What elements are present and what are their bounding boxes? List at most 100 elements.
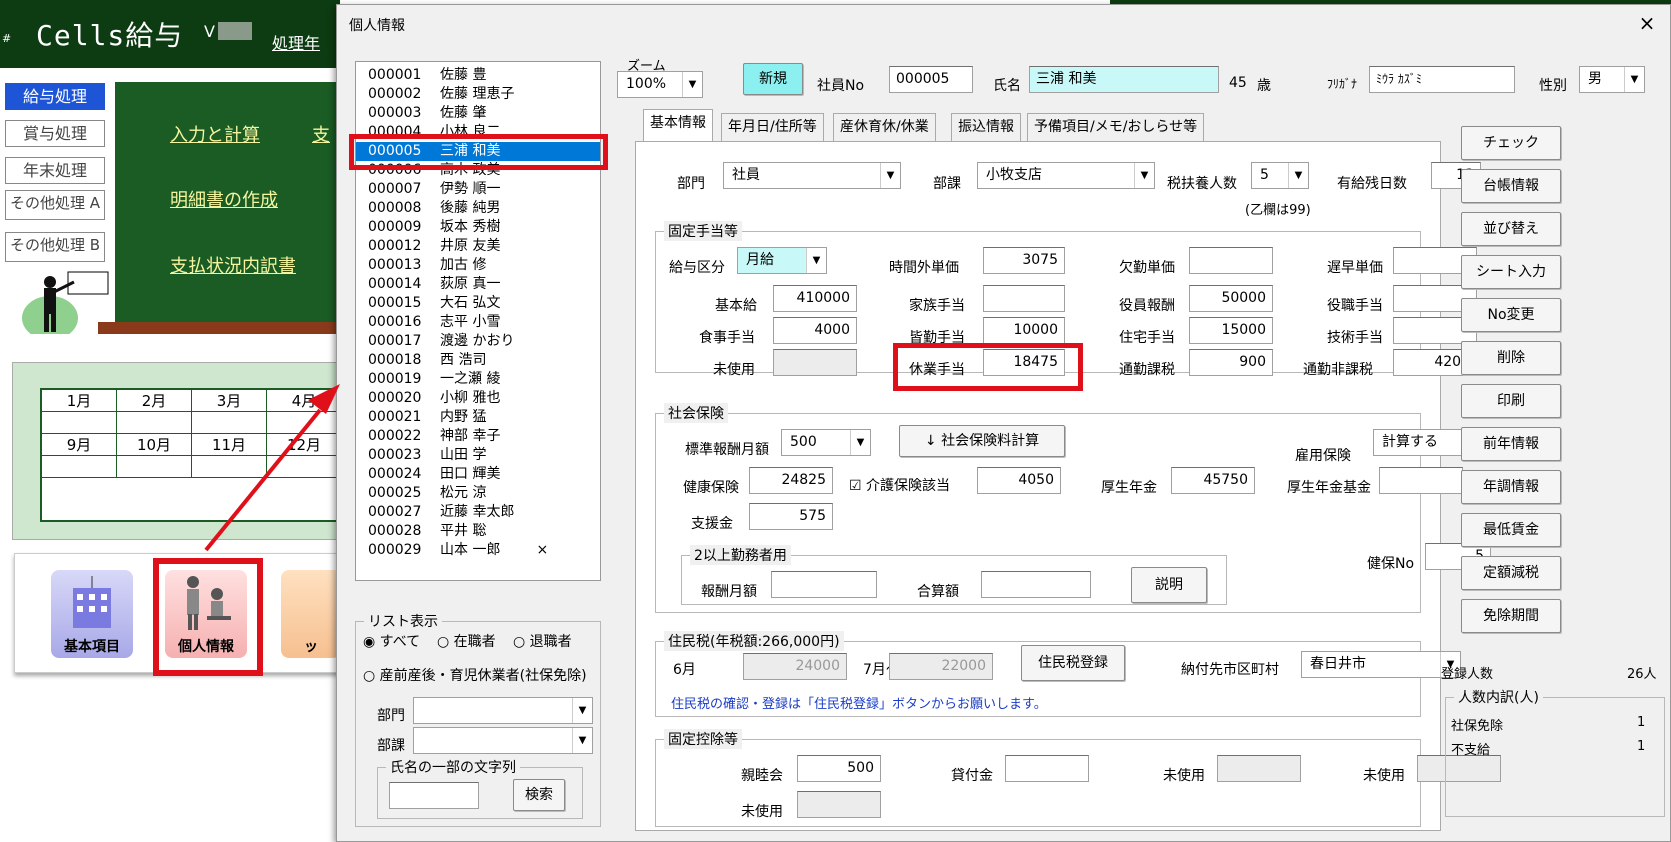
basic-items-button[interactable]: 基本項目 — [51, 570, 133, 658]
exec-field[interactable]: 50000 — [1189, 285, 1273, 312]
section-select[interactable]: 小牧支店 ▼ — [977, 162, 1155, 189]
calendar-month[interactable]: 9月 — [42, 434, 117, 456]
sort-button[interactable]: 並び替え — [1461, 212, 1561, 246]
radio-all[interactable]: ◉ すべて — [363, 631, 420, 651]
city-select[interactable]: 春日井市 ▼ — [1301, 651, 1461, 678]
zoom-select[interactable]: 100% ▼ — [617, 71, 703, 98]
name-search-input[interactable] — [389, 782, 479, 809]
pay-type-select[interactable]: 月給 ▼ — [737, 247, 827, 274]
radio-active[interactable]: ○ 在職者 — [437, 631, 496, 651]
link-statement[interactable]: 明細書の作成 — [170, 186, 278, 212]
calendar-month[interactable]: 11月 — [192, 434, 267, 456]
employee-list-item[interactable]: 000023 山田 学 — [356, 446, 600, 465]
radio-leave[interactable]: ○ 産前産後・育児休業者(社保免除) — [363, 665, 587, 685]
employee-list-item[interactable]: 000016 志平 小雪 — [356, 313, 600, 332]
care-field[interactable]: 4050 — [977, 467, 1061, 494]
calendar-month[interactable]: 3月 — [192, 390, 267, 412]
employee-list-item[interactable]: 000027 近藤 幸太郎 — [356, 503, 600, 522]
emp-no-field[interactable]: 000005 — [889, 66, 973, 93]
absence-field[interactable] — [1189, 247, 1273, 274]
calc-social-insurance-button[interactable]: ↓ 社会保険料計算 — [899, 425, 1065, 457]
fund-field[interactable] — [1379, 467, 1463, 494]
std-monthly-select[interactable]: 500 ▼ — [781, 429, 871, 456]
sheet-input-button[interactable]: シート入力 — [1461, 255, 1561, 289]
exempt-period-button[interactable]: 免除期間 — [1461, 599, 1561, 633]
base-field[interactable]: 410000 — [773, 285, 857, 312]
radio-retired[interactable]: ○ 退職者 — [513, 631, 572, 651]
social-club-field[interactable]: 500 — [797, 755, 881, 782]
employee-list-item[interactable]: 000025 松元 涼 — [356, 484, 600, 503]
year-end-info-button[interactable]: 年調情報 — [1461, 470, 1561, 504]
search-button[interactable]: 検索 — [513, 779, 565, 811]
overtime-field[interactable]: 3075 — [983, 247, 1065, 274]
prev-year-button[interactable]: 前年情報 — [1461, 427, 1561, 461]
meal-field[interactable]: 4000 — [773, 317, 857, 344]
total-field[interactable] — [981, 571, 1091, 598]
period-link[interactable]: 処理年 — [272, 30, 320, 54]
monthly-field[interactable] — [771, 571, 877, 598]
filter-dept-select[interactable]: ▼ — [413, 697, 593, 724]
employee-list-item[interactable]: 000024 田口 輝美 — [356, 465, 600, 484]
third-icon-button[interactable]: ッ — [281, 570, 341, 658]
tab-leave[interactable]: 産休育休/休業 — [833, 113, 936, 141]
name-field[interactable]: 三浦 和美 — [1029, 66, 1219, 93]
employee-list-item[interactable]: 000017 渡邊 かおり — [356, 332, 600, 351]
family-field[interactable] — [983, 285, 1065, 312]
resident-register-button[interactable]: 住民税登録 — [1021, 645, 1125, 681]
commute-tax-field[interactable]: 900 — [1189, 349, 1273, 376]
nav-bonus[interactable]: 賞与処理 — [5, 120, 105, 147]
dependents-select[interactable]: 5 ▼ — [1251, 162, 1309, 189]
delete-button[interactable]: 削除 — [1461, 341, 1561, 375]
employee-list-item[interactable]: 000001 佐藤 豊 — [356, 66, 600, 85]
nav-payroll[interactable]: 給与処理 — [5, 83, 105, 110]
tab-reserve[interactable]: 予備項目/メモ/おしらせ等 — [1027, 113, 1205, 141]
check-button[interactable]: チェック — [1461, 126, 1561, 160]
tab-transfer[interactable]: 振込情報 — [951, 113, 1021, 141]
nav-other-b[interactable]: その他処理 B — [5, 232, 105, 262]
link-pay[interactable]: 支 — [312, 121, 330, 147]
employee-list-item[interactable]: 000028 平井 聡 — [356, 522, 600, 541]
filter-section-select[interactable]: ▼ — [413, 727, 593, 754]
support-field[interactable]: 575 — [749, 503, 833, 530]
employee-list-item[interactable]: 000021 内野 猛 — [356, 408, 600, 427]
employee-list-item[interactable]: 000007 伊勢 順一 — [356, 180, 600, 199]
attendance-field[interactable]: 10000 — [983, 317, 1065, 344]
health-field[interactable]: 24825 — [749, 467, 833, 494]
nav-other-a[interactable]: その他処理 A — [5, 190, 105, 220]
tab-basic[interactable]: 基本情報 — [643, 109, 713, 142]
employee-list-item[interactable]: 000009 坂本 秀樹 — [356, 218, 600, 237]
furigana-field[interactable]: ﾐｳﾗ ｶｽﾞﾐ — [1369, 66, 1515, 93]
tab-dates-address[interactable]: 年月日/住所等 — [721, 113, 824, 141]
care-checkbox[interactable]: ☑ 介護保険該当 — [849, 475, 950, 495]
change-no-button[interactable]: No変更 — [1461, 298, 1561, 332]
employee-list-item[interactable]: 000029 山本 一郎 × — [356, 541, 600, 560]
min-wage-button[interactable]: 最低賃金 — [1461, 513, 1561, 547]
employee-list-item[interactable]: 000012 井原 友美 — [356, 237, 600, 256]
gender-select[interactable]: 男 ▼ — [1579, 66, 1645, 93]
fixed-tax-cut-button[interactable]: 定額減税 — [1461, 556, 1561, 590]
calendar-month[interactable]: 10月 — [117, 434, 192, 456]
link-payment-detail[interactable]: 支払状況内訳書 — [170, 252, 296, 278]
employee-list-item[interactable]: 000008 後藤 純男 — [356, 199, 600, 218]
employee-list-item[interactable]: 000015 大石 弘文 — [356, 294, 600, 313]
link-input-calc[interactable]: 入力と計算 — [170, 121, 260, 147]
dept-select[interactable]: 社員 ▼ — [723, 162, 901, 189]
ledger-button[interactable]: 台帳情報 — [1461, 169, 1561, 203]
employee-list-item[interactable]: 000018 西 浩司 — [356, 351, 600, 370]
nav-yearend[interactable]: 年末処理 — [5, 157, 105, 184]
employee-list-item[interactable]: 000014 荻原 真一 — [356, 275, 600, 294]
calendar-month[interactable]: 2月 — [117, 390, 192, 412]
employee-list-item[interactable]: 000013 加古 修 — [356, 256, 600, 275]
explain-button[interactable]: 説明 — [1131, 567, 1207, 603]
employee-list-item[interactable]: 000002 佐藤 理恵子 — [356, 85, 600, 104]
print-button[interactable]: 印刷 — [1461, 384, 1561, 418]
calendar-month[interactable]: 4月 — [267, 390, 342, 412]
employee-list-item[interactable]: 000020 小柳 雅也 — [356, 389, 600, 408]
pension-field[interactable]: 45750 — [1171, 467, 1255, 494]
employee-list-item[interactable]: 000022 神部 幸子 — [356, 427, 600, 446]
new-button[interactable]: 新規 — [743, 63, 803, 95]
employee-list-item[interactable]: 000019 一之瀬 綾 — [356, 370, 600, 389]
housing-field[interactable]: 15000 — [1189, 317, 1273, 344]
calendar-month[interactable]: 12月 — [267, 434, 342, 456]
employee-list-item[interactable]: 000003 佐藤 肇 — [356, 104, 600, 123]
